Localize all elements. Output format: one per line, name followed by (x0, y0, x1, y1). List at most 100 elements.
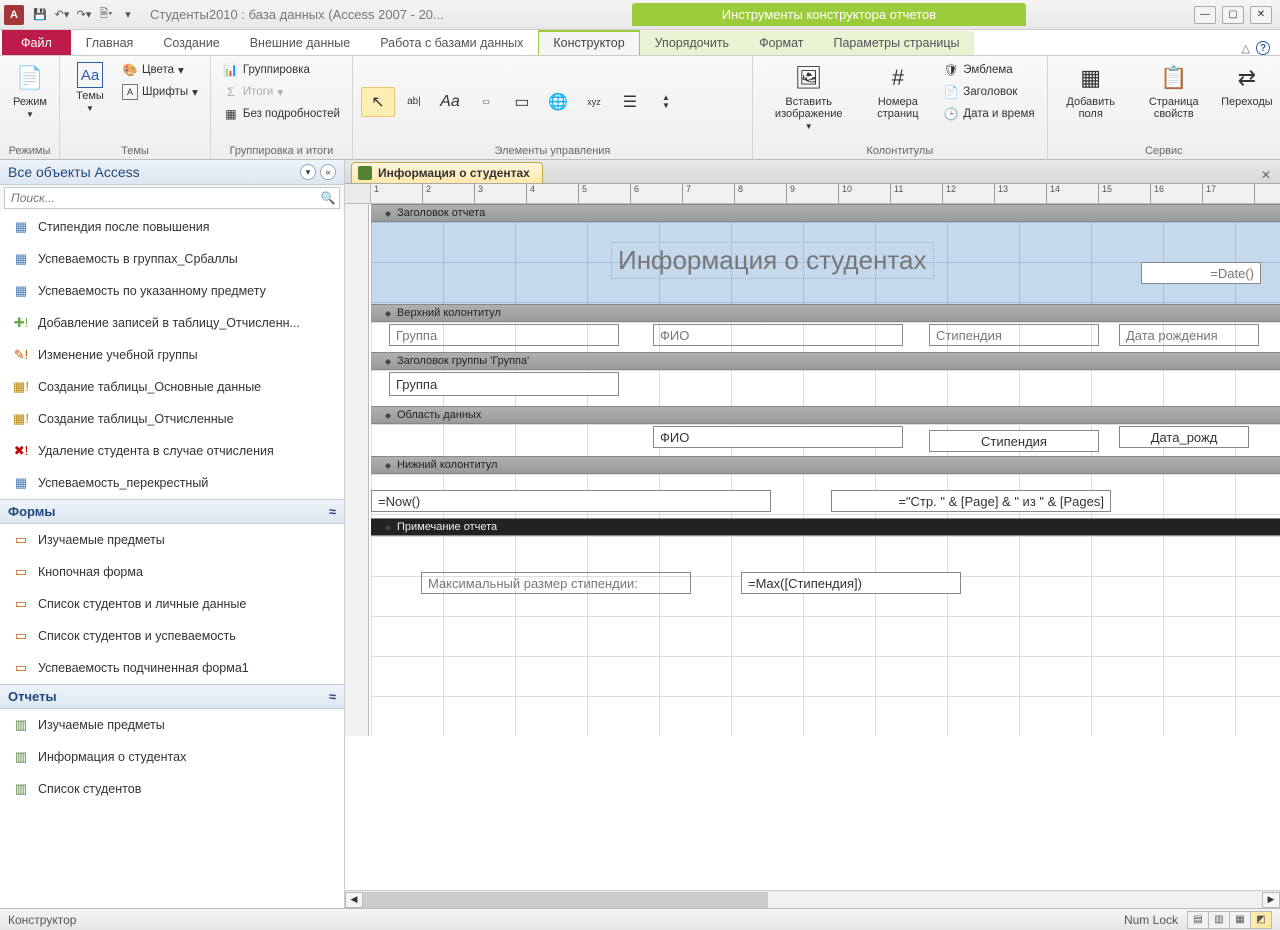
nav-list[interactable]: ▦Стипендия после повышения ▦Успеваемость… (0, 211, 344, 908)
pagenumbers-button[interactable]: # Номера страниц (862, 60, 933, 122)
nav-item[interactable]: ✚!Добавление записей в таблицу_Отчисленн… (0, 307, 344, 339)
save-icon[interactable]: 💾 (30, 5, 50, 25)
band-page-footer[interactable]: =Now() ="Стр. " & [Page] & " из " & [Pag… (371, 474, 1280, 518)
ribbon-collapse-icon[interactable]: △ (1242, 42, 1250, 55)
nav-item[interactable]: ✖!Удаление студента в случае отчисления (0, 435, 344, 467)
nav-item[interactable]: ▥Список студентов (0, 773, 344, 805)
grouping-button[interactable]: 📊Группировка (219, 60, 344, 80)
close-button[interactable]: ✕ (1250, 6, 1272, 24)
label-tool-icon[interactable]: Aa (433, 87, 467, 117)
printpreview-icon[interactable]: ▥ (1208, 911, 1230, 929)
tab-tool-icon[interactable]: ▭ (505, 87, 539, 117)
reportview-icon[interactable]: ▤ (1187, 911, 1209, 929)
qat-customize-icon[interactable]: ▾ (118, 5, 138, 25)
nav-item[interactable]: ✎!Изменение учебной группы (0, 339, 344, 371)
nav-item[interactable]: ▭Список студентов и личные данные (0, 588, 344, 620)
help-icon[interactable]: ? (1256, 41, 1270, 55)
detail-stip-textbox[interactable]: Стипендия (929, 430, 1099, 452)
search-icon[interactable]: 🔍 (317, 188, 339, 208)
report-title-label[interactable]: Информация о студентах (611, 242, 934, 279)
addfields-button[interactable]: ▦Добавить поля (1056, 60, 1126, 122)
select-tool-icon[interactable]: ↖ (361, 87, 395, 117)
horizontal-ruler[interactable]: 1234567891011121314151617 (371, 184, 1280, 204)
band-detail[interactable]: ФИО Стипендия Дата_рожд (371, 424, 1280, 456)
undo-icon[interactable]: ↶▾ (52, 5, 72, 25)
band-group-header[interactable]: Группа (371, 370, 1280, 406)
nav-item[interactable]: ▦Успеваемость_перекрестный (0, 467, 344, 499)
navigation-tool-icon[interactable]: xyz (577, 87, 611, 117)
maximize-button[interactable]: ▢ (1222, 6, 1244, 24)
link-tool-icon[interactable]: 🌐 (541, 87, 575, 117)
colors-button[interactable]: 🎨Цвета ▾ (118, 60, 202, 80)
tab-file[interactable]: Файл (2, 30, 71, 55)
search-input[interactable] (5, 188, 317, 208)
pages-textbox[interactable]: ="Стр. " & [Page] & " из " & [Pages] (831, 490, 1111, 512)
tab-arrange[interactable]: Упорядочить (640, 31, 744, 55)
col-stip-label[interactable]: Стипендия (929, 324, 1099, 346)
logo-button[interactable]: 🛡Эмблема (939, 60, 1038, 80)
button-tool-icon[interactable]: ▭ (469, 87, 503, 117)
section-report-footer-bar[interactable]: Примечание отчета (371, 518, 1280, 536)
textbox-tool-icon[interactable]: ab| (397, 87, 431, 117)
col-dob-label[interactable]: Дата рождения (1119, 324, 1259, 346)
detail-fio-textbox[interactable]: ФИО (653, 426, 903, 448)
nav-item[interactable]: ▭Список студентов и успеваемость (0, 620, 344, 652)
section-report-header-bar[interactable]: Заголовок отчета (371, 204, 1280, 222)
horizontal-scrollbar[interactable]: ◀ ▶ (345, 890, 1280, 908)
nav-item[interactable]: ▭Кнопочная форма (0, 556, 344, 588)
col-group-label[interactable]: Группа (389, 324, 619, 346)
detail-dob-textbox[interactable]: Дата_рожд (1119, 426, 1249, 448)
taborder-button[interactable]: ⇄Переходы (1222, 60, 1272, 110)
nav-item[interactable]: ▭Изучаемые предметы (0, 524, 344, 556)
minimize-button[interactable]: — (1194, 6, 1216, 24)
group-field-textbox[interactable]: Группа (389, 372, 619, 396)
layoutview-icon[interactable]: ▦ (1229, 911, 1251, 929)
section-detail-bar[interactable]: Область данных (371, 406, 1280, 424)
nav-item[interactable]: ▭Успеваемость подчиненная форма1 (0, 652, 344, 684)
nav-item[interactable]: ▥Информация о студентах (0, 741, 344, 773)
insertimage-button[interactable]: 🖼 Вставить изображение ▼ (761, 60, 856, 133)
scroll-track[interactable] (363, 892, 1262, 908)
view-button[interactable]: 📄 Режим ▼ (8, 60, 52, 121)
tab-home[interactable]: Главная (71, 31, 149, 55)
nav-item[interactable]: ▥Изучаемые предметы (0, 709, 344, 741)
tab-create[interactable]: Создание (148, 31, 234, 55)
max-label[interactable]: Максимальный размер стипендии: (421, 572, 691, 594)
print-icon[interactable]: 🗎▾ (96, 5, 116, 25)
tab-pagesetup[interactable]: Параметры страницы (818, 31, 974, 55)
tab-format[interactable]: Формат (744, 31, 818, 55)
section-page-header-bar[interactable]: Верхний колонтитул (371, 304, 1280, 322)
nav-collapse-icon[interactable]: « (320, 164, 336, 180)
max-textbox[interactable]: =Max([Стипендия]) (741, 572, 961, 594)
nav-category-forms[interactable]: Формы≈ (0, 499, 344, 524)
nav-header[interactable]: Все объекты Access ▾ « (0, 160, 344, 185)
designview-icon[interactable]: ◩ (1250, 911, 1272, 929)
scroll-left-icon[interactable]: ◀ (345, 892, 363, 908)
title-button[interactable]: 📄Заголовок (939, 82, 1038, 102)
combo-tool-icon[interactable]: ☰ (613, 87, 647, 117)
tab-design[interactable]: Конструктор (538, 30, 639, 55)
nav-item[interactable]: ▦Стипендия после повышения (0, 211, 344, 243)
band-page-header[interactable]: Группа ФИО Стипендия Дата рождения (371, 322, 1280, 352)
themes-button[interactable]: Aa Темы ▼ (68, 60, 112, 115)
section-group-header-bar[interactable]: Заголовок группы 'Группа' (371, 352, 1280, 370)
band-report-header[interactable]: Информация о студентах =Date() (371, 222, 1280, 304)
report-design-surface[interactable]: 1234567891011121314151617 Заголовок отче… (345, 184, 1280, 890)
date-textbox[interactable]: =Date() (1141, 262, 1261, 284)
vertical-ruler[interactable] (345, 204, 369, 736)
nav-item[interactable]: ▦!Создание таблицы_Отчисленные (0, 403, 344, 435)
nav-filter-icon[interactable]: ▾ (300, 164, 316, 180)
tab-externaldata[interactable]: Внешние данные (235, 31, 366, 55)
fonts-button[interactable]: AШрифты ▾ (118, 82, 202, 102)
band-report-footer[interactable]: Максимальный размер стипендии: =Max([Сти… (371, 536, 1280, 736)
close-document-icon[interactable]: ✕ (1258, 167, 1274, 183)
tab-dbtools[interactable]: Работа с базами данных (365, 31, 538, 55)
nav-category-reports[interactable]: Отчеты≈ (0, 684, 344, 709)
scroll-right-icon[interactable]: ▶ (1262, 892, 1280, 908)
nav-item[interactable]: ▦Успеваемость по указанному предмету (0, 275, 344, 307)
datetime-button[interactable]: 🕒Дата и время (939, 104, 1038, 124)
controls-gallery[interactable]: ↖ ab| Aa ▭ ▭ 🌐 xyz ☰ ▲▼ (361, 87, 741, 117)
now-textbox[interactable]: =Now() (371, 490, 771, 512)
section-page-footer-bar[interactable]: Нижний колонтитул (371, 456, 1280, 474)
col-fio-label[interactable]: ФИО (653, 324, 903, 346)
